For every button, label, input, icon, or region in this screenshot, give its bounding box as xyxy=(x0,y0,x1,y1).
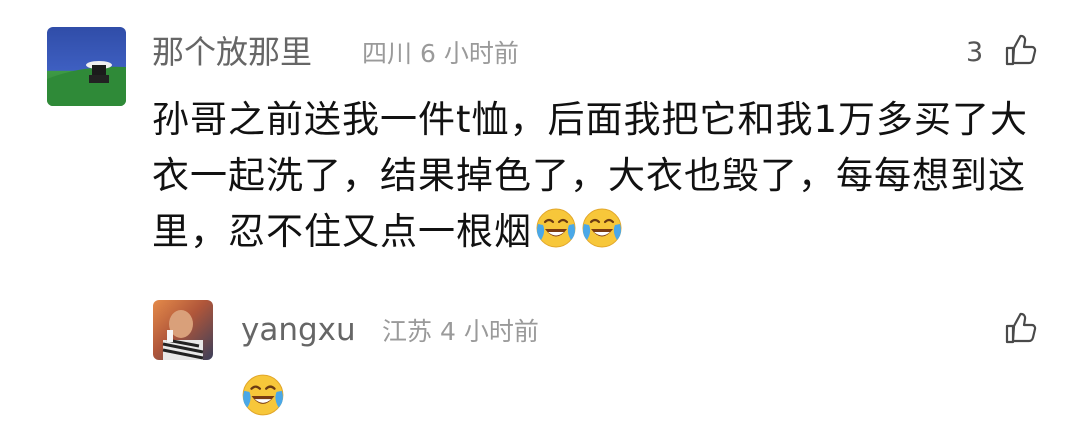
reply-time: 4 小时前 xyxy=(439,317,539,346)
thumbs-up-icon xyxy=(1005,312,1037,344)
reply-username[interactable]: yangxu xyxy=(241,308,356,352)
reply-meta: 江苏 4 小时前 xyxy=(382,312,539,352)
thumbs-up-icon xyxy=(1005,34,1037,66)
comment-like-count: 3 xyxy=(966,37,984,68)
comment-meta: 四川 6 小时前 xyxy=(362,34,519,74)
avatar[interactable] xyxy=(47,27,126,106)
reply-like-button[interactable] xyxy=(1003,311,1037,349)
laugh-cry-emoji-icon xyxy=(242,374,284,416)
comment-body: 孙哥之前送我一件t恤，后面我把它和我1万多买了大衣一起洗了，结果掉色了，大衣也毁… xyxy=(152,92,1062,260)
comment-username[interactable]: 那个放那里 xyxy=(152,30,312,74)
laugh-cry-emoji-icon xyxy=(582,208,622,248)
reply-avatar[interactable] xyxy=(153,300,213,360)
comment-time: 6 小时前 xyxy=(419,39,519,68)
comment-like-button[interactable] xyxy=(1003,33,1037,71)
comment-location: 四川 xyxy=(362,39,413,68)
avatar-image xyxy=(47,61,126,106)
reply-location: 江苏 xyxy=(382,317,433,346)
reply-avatar-image xyxy=(162,310,204,360)
laugh-cry-emoji-icon xyxy=(536,208,576,248)
